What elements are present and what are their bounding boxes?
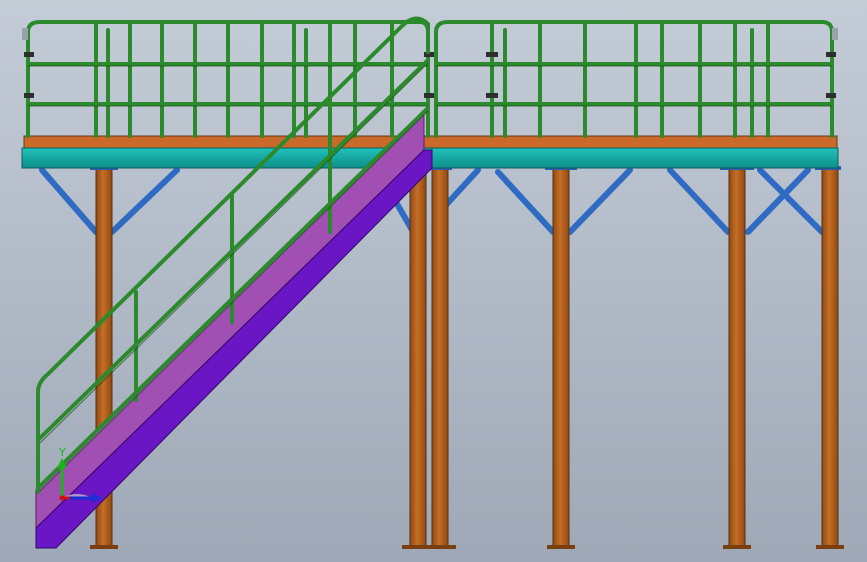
graphics-viewport[interactable]: Y: [0, 0, 867, 562]
triad-y-label: Y: [58, 446, 66, 459]
platform-model[interactable]: Y: [0, 0, 867, 562]
